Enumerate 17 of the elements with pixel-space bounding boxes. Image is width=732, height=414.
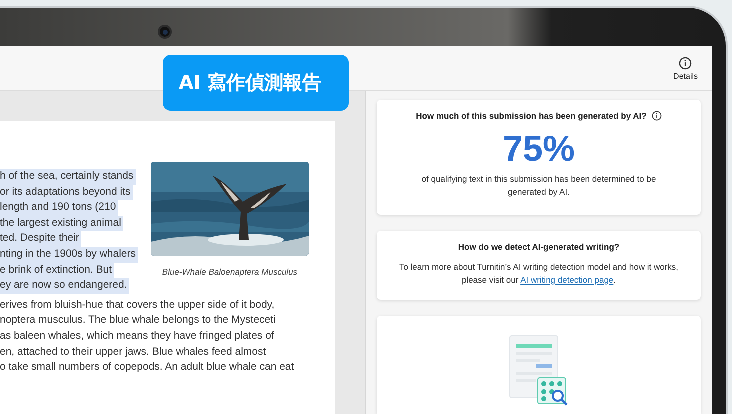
card-title: How do we detect AI-generated writing? [458, 241, 620, 254]
text-line: noptera musculus. The blue whale belongs to the Mysteceti [0, 313, 277, 328]
image-caption: Blue-Whale Baloenaptera Musculus [162, 266, 298, 279]
score-description: of qualifying text in this submission has been determined to be generated by AI. [420, 172, 658, 199]
text-line: as baleen whales, which means they have fringed plates of [0, 328, 276, 344]
info-icon[interactable] [652, 111, 662, 122]
details-button[interactable]: Details [674, 53, 698, 83]
text-line: en, attached to their upper jaws. Blue whales feed almost [0, 344, 268, 360]
card-text: To learn more about Turnitin’s AI writing detection model and how it works, please visit our AI writing detection page. [398, 260, 680, 287]
text-line: o take small numbers of copepods. An adult blue whale can eat [0, 360, 296, 376]
report-badge: AI 寫作偵測報告 [163, 55, 349, 111]
camera-icon [158, 25, 172, 39]
text-line: erives from bluish-hue that covers the upper side of it body, [0, 298, 276, 313]
card-question: How much of this submission has been generated by AI? [416, 110, 647, 123]
detection-page-link[interactable]: AI writing detection page [520, 274, 614, 285]
ai-score: 75% [502, 126, 576, 171]
info-icon [679, 57, 692, 70]
